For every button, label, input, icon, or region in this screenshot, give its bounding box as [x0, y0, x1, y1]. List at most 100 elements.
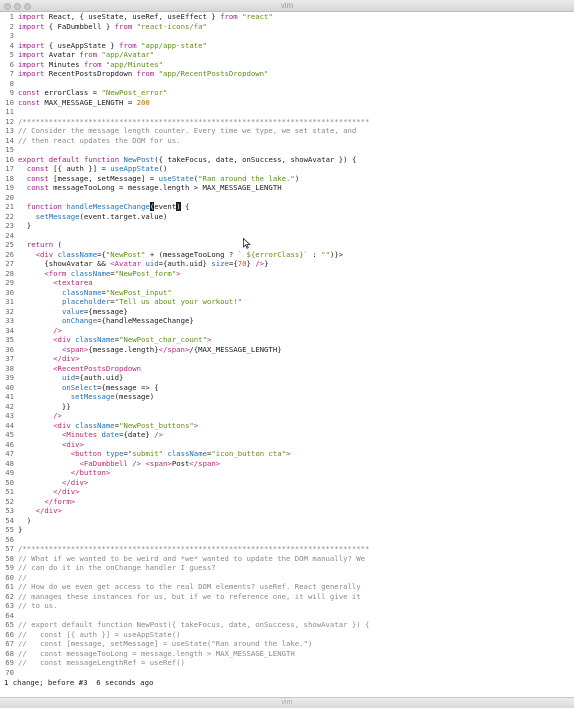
- code-line[interactable]: 4 import { useAppState } from "app/app-st…: [0, 41, 574, 51]
- code-line[interactable]: 9 const errorClass = "NewPost_error": [0, 88, 574, 98]
- code-line[interactable]: 16 export default function NewPost({ take…: [0, 155, 574, 165]
- code-line[interactable]: 55}: [0, 525, 574, 535]
- code-line[interactable]: 18 const [message, setMessage] = useStat…: [0, 174, 574, 184]
- code-line[interactable]: 47 <button type="submit" className="icon…: [0, 449, 574, 459]
- code-line[interactable]: 65 // export default function NewPost({ t…: [0, 620, 574, 630]
- code-line[interactable]: 40 onSelect={message => {: [0, 383, 574, 393]
- code-line[interactable]: 37 </div>: [0, 354, 574, 364]
- code-line[interactable]: 31 placeholder="Tell us about your worko…: [0, 297, 574, 307]
- code-line[interactable]: 54 ): [0, 516, 574, 526]
- code-line[interactable]: 70: [0, 668, 574, 678]
- code-editor[interactable]: 1 import React, { useState, useRef, useEf…: [0, 12, 574, 677]
- line-code: // export default function NewPost({ tak…: [14, 620, 369, 630]
- line-code: const MAX_MESSAGE_LENGTH = 200: [14, 98, 150, 108]
- code-line[interactable]: 58 // What if we wanted to be weird and *…: [0, 554, 574, 564]
- code-line[interactable]: 3: [0, 31, 574, 41]
- code-line[interactable]: 25 return (: [0, 240, 574, 250]
- code-line[interactable]: 1 import React, { useState, useRef, useEf…: [0, 12, 574, 22]
- code-line[interactable]: 22 setMessage(event.target.value): [0, 212, 574, 222]
- line-number: 11: [5, 107, 14, 116]
- code-line[interactable]: 32 value={message}: [0, 307, 574, 317]
- code-line[interactable]: 5 import Avatar from "app/Avatar": [0, 50, 574, 60]
- code-line[interactable]: 68 // const messageTooLong = message.leng…: [0, 649, 574, 659]
- keyword-token: import: [18, 59, 45, 69]
- code-line[interactable]: 36 <span>{message.length}</span>/{MAX_ME…: [0, 345, 574, 355]
- code-line[interactable]: 12 /*************************************…: [0, 117, 574, 127]
- code-line[interactable]: 66 // const [{ auth }] = useAppState(): [0, 630, 574, 640]
- code-line[interactable]: 20: [0, 193, 574, 203]
- line-number: 13: [5, 126, 14, 135]
- string-token: "app/app-state": [141, 40, 207, 50]
- code-line[interactable]: 49 </button>: [0, 468, 574, 478]
- code-line[interactable]: 38 <RecentPostsDropdown: [0, 364, 574, 374]
- code-line[interactable]: 27 {showAvatar && <Avatar uid={auth.uid}…: [0, 259, 574, 269]
- code-line[interactable]: 35 <div className="NewPost_char_count">: [0, 335, 574, 345]
- line-code: </div>: [14, 487, 79, 497]
- code-line[interactable]: 60 //: [0, 573, 574, 583]
- line-number: 14: [5, 135, 14, 145]
- jsx-tag-token: <form: [44, 268, 67, 278]
- code-line[interactable]: 39 uid={auth.uid}: [0, 373, 574, 383]
- code-line[interactable]: 48 <FaDumbbell /> <span>Post</span>: [0, 459, 574, 469]
- line-code: />: [14, 326, 62, 336]
- string-token: "Tell us about your workout!": [114, 297, 243, 306]
- code-line[interactable]: 34 />: [0, 326, 574, 336]
- code-line[interactable]: 24: [0, 231, 574, 241]
- code-line[interactable]: 30 className="NewPost_input": [0, 288, 574, 298]
- code-line[interactable]: 50 </div>: [0, 478, 574, 488]
- code-line[interactable]: 21 function handleMessageChange(event) {: [0, 202, 574, 212]
- code-line[interactable]: 10 const MAX_MESSAGE_LENGTH = 200: [0, 98, 574, 108]
- identifier-token: setMessage: [70, 392, 115, 401]
- code-line[interactable]: 52 </form>: [0, 497, 574, 507]
- code-line[interactable]: 33 onChange={handleMessageChange}: [0, 316, 574, 326]
- code-line[interactable]: 13 // Consider the message length counter…: [0, 126, 574, 136]
- line-number: 20: [5, 192, 14, 202]
- code-line[interactable]: 62 // manages these instances for us, but…: [0, 592, 574, 602]
- string-token: "NewPost": [105, 249, 146, 259]
- code-line[interactable]: 28 <form className="NewPost_form">: [0, 269, 574, 279]
- line-number: 62: [5, 591, 14, 601]
- code-line[interactable]: 63 // to us.: [0, 601, 574, 611]
- code-line[interactable]: 53 </div>: [0, 506, 574, 516]
- line-number: 56: [5, 534, 14, 544]
- line-code: </div>: [14, 478, 88, 488]
- string-token: "icon_button cta": [211, 449, 287, 458]
- line-number: 32: [5, 306, 14, 316]
- code-line[interactable]: 51 </div>: [0, 487, 574, 497]
- line-number: 22: [5, 211, 14, 221]
- code-line[interactable]: 67 // const [message, setMessage] = useSt…: [0, 639, 574, 649]
- code-line[interactable]: 69 // const messageLengthRef = useRef(): [0, 658, 574, 668]
- comment-token: // What if we wanted to be weird and *we…: [18, 553, 366, 563]
- code-line[interactable]: 29 <textarea: [0, 278, 574, 288]
- code-line[interactable]: 46 <div>: [0, 440, 574, 450]
- code-line[interactable]: 2 import { FaDumbbell } from "react-icons…: [0, 22, 574, 32]
- code-line[interactable]: 44 <div className="NewPost_buttons">: [0, 421, 574, 431]
- code-line[interactable]: 41 setMessage(message): [0, 392, 574, 402]
- status-message: 1 change; before #3 6 seconds ago: [4, 678, 154, 687]
- code-line[interactable]: 6 import Minutes from "app/Minutes": [0, 60, 574, 70]
- code-line[interactable]: 61 // How do we even get access to the re…: [0, 582, 574, 592]
- code-line[interactable]: 45 <Minutes date={date} />: [0, 430, 574, 440]
- code-line[interactable]: 23 }: [0, 221, 574, 231]
- code-line[interactable]: 26 <div className={"NewPost" + (messageT…: [0, 250, 574, 260]
- code-line[interactable]: 15: [0, 145, 574, 155]
- code-line[interactable]: 42 }}: [0, 402, 574, 412]
- code-line[interactable]: 19 const messageTooLong = message.length…: [0, 183, 574, 193]
- code-line[interactable]: 56: [0, 535, 574, 545]
- code-line[interactable]: 17 const [{ auth }] = useAppState(): [0, 164, 574, 174]
- code-line[interactable]: 11: [0, 107, 574, 117]
- code-line[interactable]: 14 // then react updates the DOM for us.: [0, 136, 574, 146]
- code-line[interactable]: 64: [0, 611, 574, 621]
- code-line[interactable]: 57 /*************************************…: [0, 544, 574, 554]
- comment-token: //: [18, 572, 27, 582]
- code-line[interactable]: 7 import RecentPostsDropdown from "app/Re…: [0, 69, 574, 79]
- code-line[interactable]: 59 // can do it in the onChange handler I…: [0, 563, 574, 573]
- code-line[interactable]: 43 />: [0, 411, 574, 421]
- code-line[interactable]: 8: [0, 79, 574, 89]
